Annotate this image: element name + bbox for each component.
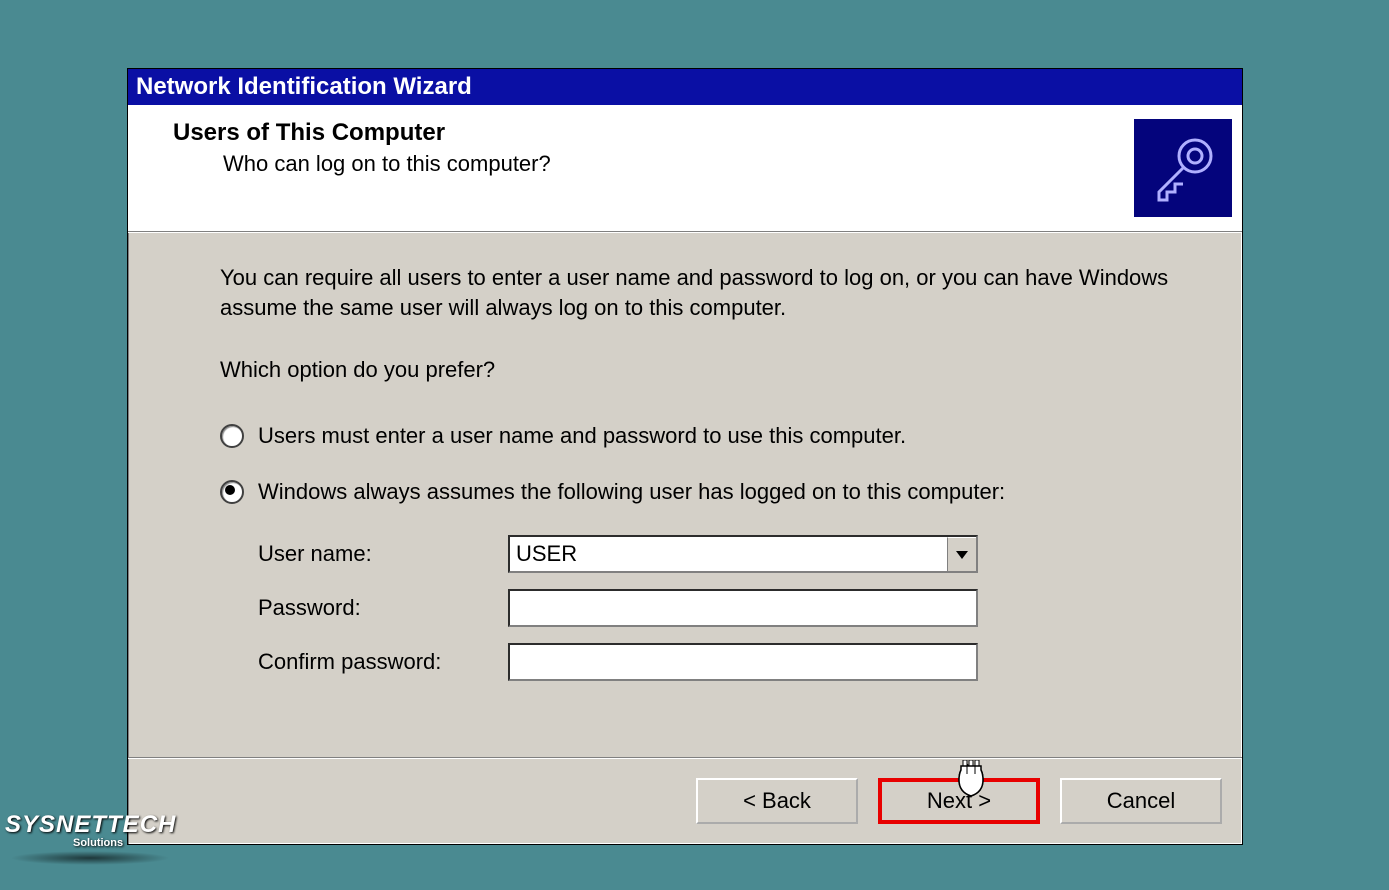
password-row: Password:: [258, 589, 1172, 627]
username-combobox[interactable]: [508, 535, 978, 573]
back-button[interactable]: < Back: [696, 778, 858, 824]
username-label: User name:: [258, 541, 508, 567]
description-text: You can require all users to enter a use…: [220, 263, 1172, 323]
username-input[interactable]: [510, 537, 947, 571]
radio-icon: [220, 480, 244, 504]
watermark-brand: SYSNETTECH: [5, 811, 176, 839]
wizard-header: Users of This Computer Who can log on to…: [128, 105, 1242, 232]
title-bar: Network Identification Wizard: [128, 69, 1242, 105]
wizard-window: Network Identification Wizard Users of T…: [127, 68, 1243, 845]
prompt-text: Which option do you prefer?: [220, 357, 1172, 383]
option-auto-login[interactable]: Windows always assumes the following use…: [220, 479, 1172, 505]
watermark-shadow: [10, 851, 170, 865]
page-subheading: Who can log on to this computer?: [223, 151, 551, 177]
key-icon: [1134, 119, 1232, 217]
wizard-body: You can require all users to enter a use…: [128, 232, 1242, 757]
option-require-login[interactable]: Users must enter a user name and passwor…: [220, 423, 1172, 449]
wizard-footer: < Back Next > Cancel: [128, 757, 1242, 844]
confirm-password-input[interactable]: [508, 643, 978, 681]
cancel-button[interactable]: Cancel: [1060, 778, 1222, 824]
radio-icon: [220, 424, 244, 448]
watermark: SYSNETTECH Solutions: [5, 811, 176, 865]
confirm-password-label: Confirm password:: [258, 649, 508, 675]
option-label: Users must enter a user name and passwor…: [258, 423, 906, 449]
password-label: Password:: [258, 595, 508, 621]
header-text: Users of This Computer Who can log on to…: [173, 119, 551, 217]
page-heading: Users of This Computer: [173, 119, 551, 147]
next-button[interactable]: Next >: [878, 778, 1040, 824]
confirm-password-row: Confirm password:: [258, 643, 1172, 681]
chevron-down-icon: [956, 551, 968, 559]
window-title: Network Identification Wizard: [136, 73, 472, 100]
option-label: Windows always assumes the following use…: [258, 479, 1005, 505]
dropdown-button[interactable]: [947, 537, 976, 571]
username-row: User name:: [258, 535, 1172, 573]
password-input[interactable]: [508, 589, 978, 627]
